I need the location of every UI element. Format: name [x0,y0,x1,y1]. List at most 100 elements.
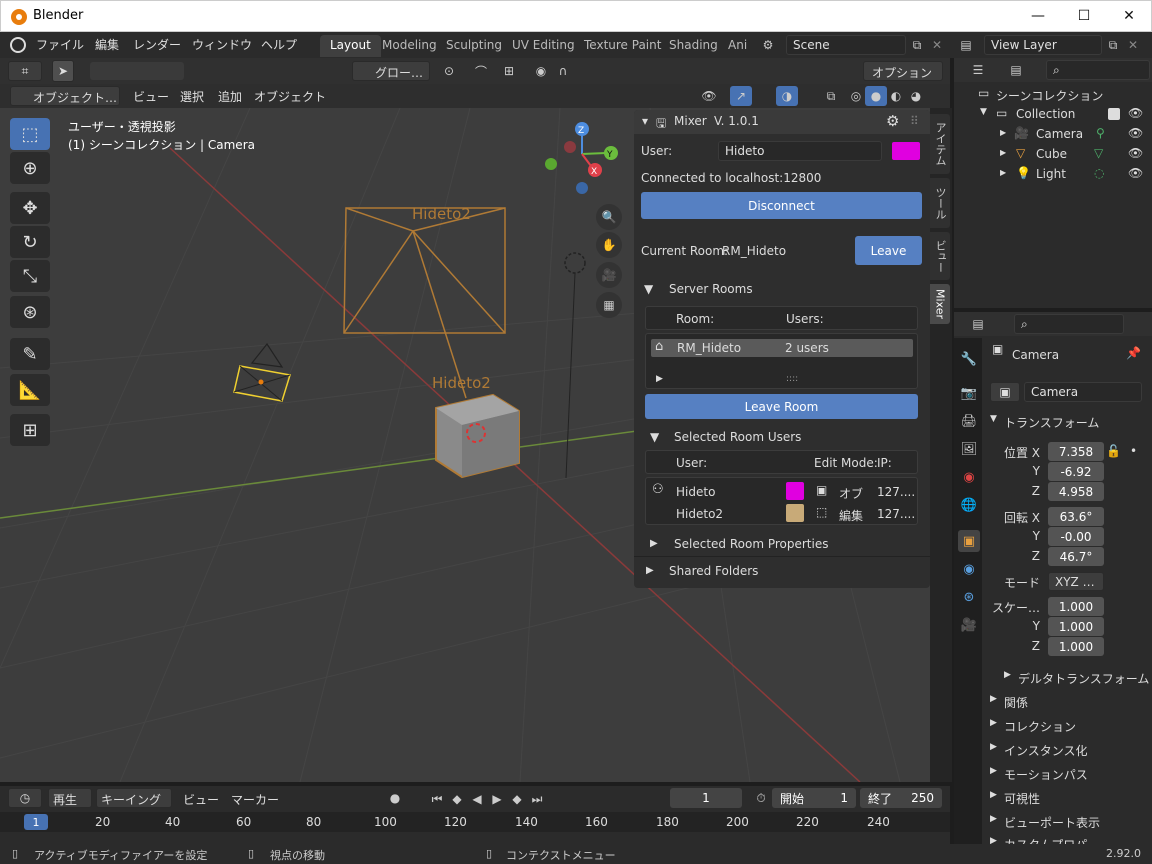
shared-folders-header[interactable]: Shared Folders [669,564,758,578]
viewport-display-section[interactable]: ビューポート表示 [1004,814,1100,831]
viewport-menu-object[interactable]: オブジェクト [254,88,326,105]
scale-z-field[interactable]: 1.000 [1048,637,1104,656]
section-arrow-icon[interactable]: ▶ [990,718,997,728]
scale-y-field[interactable]: 1.000 [1048,617,1104,636]
tab-view[interactable]: ビュー [930,232,950,280]
expand-arrow-icon[interactable]: ▶ [1000,128,1006,137]
object-browse-icon[interactable]: ▣ [990,382,1020,402]
playback-dropdown[interactable]: 再生 [48,788,92,808]
location-z-field[interactable]: 4.958 [1048,482,1104,501]
selection-mode-icons[interactable] [90,62,184,80]
start-frame-field[interactable]: 開始 1 [772,788,856,808]
select-box-tool-icon[interactable]: ⬚ [10,118,50,150]
section-arrow-icon[interactable]: ▶ [990,766,997,776]
view-layer-icon[interactable]: ▤ [955,35,977,55]
object-tab-icon[interactable]: ▣ [958,530,980,552]
room-properties-arrow-icon[interactable]: ▶ [650,538,658,549]
viewport-menu-view[interactable]: ビュー [133,88,169,105]
menu-help[interactable]: ヘルプ [261,36,297,53]
keying-dropdown[interactable]: キーイング [96,788,172,808]
annotate-tool-icon[interactable]: ✎ [10,338,50,370]
visibility-section[interactable]: 可視性 [1004,790,1040,807]
location-x-field[interactable]: 7.358 [1048,442,1104,461]
keyframe-dot-icon[interactable]: • [1130,444,1137,458]
display-mode-icon[interactable]: ▤ [1000,60,1032,80]
material-shading-icon[interactable]: ◐ [885,86,907,106]
jump-start-icon[interactable]: ⏮ [428,789,446,809]
outliner-search-input[interactable]: ⌕ [1046,60,1150,80]
visibility-eye-icon[interactable]: 👁 [1128,106,1143,120]
delete-scene-icon[interactable]: ✕ [926,35,948,55]
expand-arrow-icon[interactable]: ▶ [1000,168,1006,177]
expand-arrow-icon[interactable]: ▶ [1000,148,1006,157]
settings-gear-icon[interactable]: ⚙ [886,112,899,130]
object-name-field[interactable]: Camera [1024,382,1142,402]
list-resize-grip[interactable]: :::: [786,374,798,384]
blender-menu-icon[interactable] [10,37,26,53]
delta-arrow-icon[interactable]: ▶ [1004,670,1011,680]
viewport-menu-add[interactable]: 追加 [218,88,242,105]
properties-editor-type-icon[interactable]: ▤ [962,314,994,334]
play-icon[interactable]: ▶ [488,789,506,809]
lock-icon[interactable]: 🔓 [1106,444,1121,458]
tab-mixer[interactable]: Mixer [930,284,950,324]
record-icon[interactable]: ● [384,788,406,808]
outliner-row-collection[interactable]: ▼ ▭ Collection 👁 [954,104,1152,124]
timeline-view-menu[interactable]: ビュー [183,791,219,808]
custom-properties-section[interactable]: カスタムプロパ… [1004,836,1099,844]
relations-section[interactable]: 関係 [1004,694,1028,711]
jump-end-icon[interactable]: ⏭ [528,789,546,809]
rotate-tool-icon[interactable]: ↻ [10,226,50,258]
section-arrow-icon[interactable]: ▶ [990,790,997,800]
section-arrow-icon[interactable]: ▶ [990,814,997,824]
falloff-icon[interactable]: ∩ [552,61,574,81]
disconnect-button[interactable]: Disconnect [641,192,922,219]
prev-keyframe-icon[interactable]: ◆ [448,789,466,809]
visibility-eye-icon[interactable]: 👁 [1128,126,1143,140]
tab-uv-editing[interactable]: UV Editing [502,35,585,57]
selected-room-users-arrow-icon[interactable]: ▼ [650,430,659,444]
menu-render[interactable]: レンダー [133,36,181,53]
snap-icon[interactable]: ⌒ [470,61,492,81]
close-button[interactable]: ✕ [1106,1,1152,31]
current-frame-field[interactable]: 1 [670,788,742,808]
visibility-icon[interactable]: 👁 [698,86,720,106]
menu-edit[interactable]: 編集 [95,36,119,53]
transform-section[interactable]: トランスフォーム [1004,414,1099,431]
server-rooms-header[interactable]: Server Rooms [669,282,753,296]
delete-view-layer-icon[interactable]: ✕ [1122,35,1144,55]
camera-view-icon[interactable]: 🎥 [596,262,622,288]
mixer-header[interactable]: ▾ 🖫 Mixer V. 1.0.1 ⚙ ⠿ [634,110,930,134]
leave-button[interactable]: Leave [855,236,922,265]
outliner-row-cube[interactable]: ▶ ▽ Cube ▽ 👁 [954,144,1152,164]
rotation-y-field[interactable]: -0.00 [1048,527,1104,546]
properties-search-input[interactable]: ⌕ [1014,314,1124,334]
list-expand-icon[interactable]: ▶ [656,374,663,384]
preview-range-icon[interactable]: ⏱ [750,788,772,808]
marker-menu[interactable]: マーカー [231,791,279,808]
tool-tab-icon[interactable]: 🔧 [958,348,980,370]
maximize-button[interactable]: ☐ [1061,1,1107,31]
collections-section[interactable]: コレクション [1004,718,1076,735]
world-tab-icon[interactable]: 🌐 [958,494,980,516]
tab-animation[interactable]: Ani [718,35,749,57]
new-view-layer-icon[interactable]: ⧉ [1102,35,1124,55]
section-arrow-icon[interactable]: ▶ [990,836,997,844]
scene-selector-icon[interactable]: ⚙ [757,35,779,55]
visibility-eye-icon[interactable]: 👁 [1128,146,1143,160]
perspective-toggle-icon[interactable]: ▦ [596,292,622,318]
visibility-eye-icon[interactable]: 👁 [1128,166,1143,180]
expand-arrow-icon[interactable]: ▼ [980,107,987,117]
zoom-icon[interactable]: 🔍 [596,204,622,230]
location-y-field[interactable]: -6.92 [1048,462,1104,481]
motion-paths-section[interactable]: モーションパス [1004,766,1088,783]
user-color-swatch[interactable] [892,142,920,160]
timeline-editor-type-icon[interactable]: ◷ [8,788,42,808]
user-row[interactable]: ⚇ Hideto ▣ オブ 127.... [646,480,917,502]
section-arrow-icon[interactable]: ▶ [990,694,997,704]
shared-folders-arrow-icon[interactable]: ▶ [646,565,654,576]
tab-sculpting[interactable]: Sculpting [436,35,512,57]
server-rooms-arrow-icon[interactable]: ▼ [644,282,653,296]
move-tool-icon[interactable]: ✥ [10,192,50,224]
object-data-tab-icon[interactable]: 🎥 [958,614,980,636]
